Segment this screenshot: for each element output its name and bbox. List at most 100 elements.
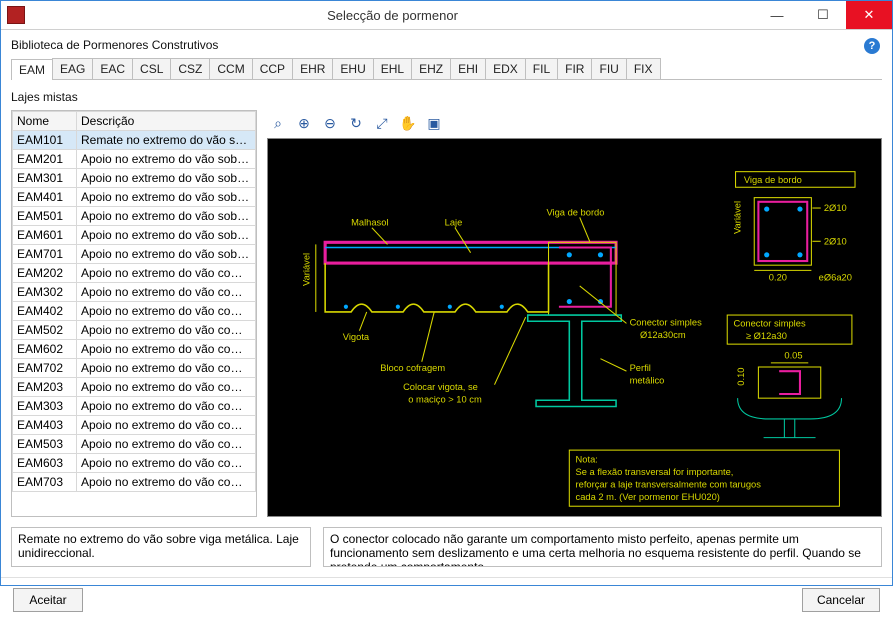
section-label: Lajes mistas: [11, 90, 882, 104]
table-row[interactable]: EAM502Apoio no extremo do vão com la...: [13, 321, 256, 340]
cancel-button[interactable]: Cancelar: [802, 588, 880, 612]
preview-toolbar: ⌕⊕⊖↻⤢✋▣: [267, 110, 882, 138]
zoom-out-icon[interactable]: ⊖: [319, 112, 341, 134]
tab-ehu[interactable]: EHU: [332, 58, 373, 79]
cell-desc: Apoio no extremo do vão sobre ...: [77, 169, 256, 188]
tab-eac[interactable]: EAC: [92, 58, 133, 79]
minimize-button[interactable]: —: [754, 1, 800, 29]
detail-table: Nome Descrição EAM101Remate no extremo d…: [12, 111, 256, 492]
table-row[interactable]: EAM201Apoio no extremo do vão sobre ...: [13, 150, 256, 169]
cell-name: EAM702: [13, 359, 77, 378]
col-name[interactable]: Nome: [13, 112, 77, 131]
svg-text:metálico: metálico: [630, 376, 665, 386]
cell-name: EAM403: [13, 416, 77, 435]
cell-name: EAM701: [13, 245, 77, 264]
tab-ccp[interactable]: CCP: [252, 58, 293, 79]
tab-fix[interactable]: FIX: [626, 58, 661, 79]
cell-name: EAM501: [13, 207, 77, 226]
cell-desc: Apoio no extremo do vão sobre ...: [77, 150, 256, 169]
table-row[interactable]: EAM702Apoio no extremo do vão com la...: [13, 359, 256, 378]
footer: Aceitar Cancelar: [1, 577, 892, 622]
tab-eam[interactable]: EAM: [11, 59, 53, 80]
cell-desc: Apoio no extremo do vão com la...: [77, 359, 256, 378]
app-window: Selecção de pormenor — ☐ ✕ ? Biblioteca …: [0, 0, 893, 586]
table-row[interactable]: EAM401Apoio no extremo do vão sobre ...: [13, 188, 256, 207]
app-icon: [7, 6, 25, 24]
cell-desc: Apoio no extremo do vão com la...: [77, 340, 256, 359]
close-button[interactable]: ✕: [846, 1, 892, 29]
maximize-button[interactable]: ☐: [800, 1, 846, 29]
help-icon[interactable]: ?: [864, 38, 880, 54]
cell-name: EAM402: [13, 302, 77, 321]
cell-name: EAM201: [13, 150, 77, 169]
svg-text:≥ Ø12a30: ≥ Ø12a30: [746, 331, 787, 341]
zoom-real-icon[interactable]: ⤢: [371, 112, 393, 134]
content-area: ? Biblioteca de Pormenores Construtivos …: [1, 30, 892, 577]
tab-ehz[interactable]: EHZ: [411, 58, 451, 79]
drawing-preview[interactable]: Variável Malhasol Laje Viga de bordo Vig…: [267, 138, 882, 517]
table-row[interactable]: EAM303Apoio no extremo do vão com la...: [13, 397, 256, 416]
svg-text:Laje: Laje: [445, 218, 463, 228]
table-row[interactable]: EAM503Apoio no extremo do vão com la...: [13, 435, 256, 454]
titlebar: Selecção de pormenor — ☐ ✕: [1, 1, 892, 30]
col-desc[interactable]: Descrição: [77, 112, 256, 131]
cell-desc: Apoio no extremo do vão com la...: [77, 302, 256, 321]
preview-panel: ⌕⊕⊖↻⤢✋▣: [267, 110, 882, 517]
pan-icon[interactable]: ✋: [397, 112, 419, 134]
svg-text:Viga de bordo: Viga de bordo: [744, 175, 802, 185]
table-row[interactable]: EAM601Apoio no extremo do vão sobre ...: [13, 226, 256, 245]
cell-name: EAM302: [13, 283, 77, 302]
tab-eag[interactable]: EAG: [52, 58, 93, 79]
detail-table-scroll[interactable]: Nome Descrição EAM101Remate no extremo d…: [12, 111, 256, 516]
tab-ehr[interactable]: EHR: [292, 58, 333, 79]
description-row: Remate no extremo do vão sobre viga metá…: [11, 527, 882, 567]
zoom-extents-icon[interactable]: ↻: [345, 112, 367, 134]
accept-button[interactable]: Aceitar: [13, 588, 83, 612]
window-buttons: — ☐ ✕: [754, 1, 892, 29]
table-row[interactable]: EAM703Apoio no extremo do vão com la...: [13, 473, 256, 492]
tab-fiu[interactable]: FIU: [591, 58, 626, 79]
redraw-icon[interactable]: ▣: [423, 112, 445, 134]
table-row[interactable]: EAM301Apoio no extremo do vão sobre ...: [13, 169, 256, 188]
cell-desc: Apoio no extremo do vão sobre ...: [77, 245, 256, 264]
main-row: Nome Descrição EAM101Remate no extremo d…: [11, 110, 882, 517]
table-row[interactable]: EAM203Apoio no extremo do vão com la...: [13, 378, 256, 397]
tab-fil[interactable]: FIL: [525, 58, 558, 79]
svg-text:0.05: 0.05: [784, 351, 802, 361]
tab-ehl[interactable]: EHL: [373, 58, 412, 79]
cell-name: EAM101: [13, 131, 77, 150]
table-row[interactable]: EAM501Apoio no extremo do vão sobre ...: [13, 207, 256, 226]
zoom-in-icon[interactable]: ⊕: [293, 112, 315, 134]
table-row[interactable]: EAM202Apoio no extremo do vão com la...: [13, 264, 256, 283]
tab-fir[interactable]: FIR: [557, 58, 592, 79]
table-row[interactable]: EAM602Apoio no extremo do vão com la...: [13, 340, 256, 359]
cell-desc: Apoio no extremo do vão com la...: [77, 473, 256, 492]
tab-edx[interactable]: EDX: [485, 58, 526, 79]
zoom-window-icon[interactable]: ⌕: [267, 112, 289, 134]
tab-ccm[interactable]: CCM: [209, 58, 252, 79]
cell-desc: Apoio no extremo do vão com la...: [77, 435, 256, 454]
cell-desc: Apoio no extremo do vão sobre ...: [77, 188, 256, 207]
tab-csz[interactable]: CSZ: [170, 58, 210, 79]
svg-text:Conector simples: Conector simples: [630, 317, 703, 327]
table-row[interactable]: EAM603Apoio no extremo do vão com la...: [13, 454, 256, 473]
svg-text:o maciço > 10 cm: o maciço > 10 cm: [408, 394, 482, 404]
table-row[interactable]: EAM403Apoio no extremo do vão com la...: [13, 416, 256, 435]
table-row[interactable]: EAM302Apoio no extremo do vão com la...: [13, 283, 256, 302]
table-row[interactable]: EAM701Apoio no extremo do vão sobre ...: [13, 245, 256, 264]
tab-csl[interactable]: CSL: [132, 58, 171, 79]
svg-text:reforçar a laje transversalmen: reforçar a laje transversalmente com tar…: [576, 480, 762, 490]
svg-text:Malhasol: Malhasol: [351, 218, 388, 228]
cell-desc: Apoio no extremo do vão com la...: [77, 454, 256, 473]
svg-text:Perfil: Perfil: [630, 363, 651, 373]
cell-name: EAM202: [13, 264, 77, 283]
cell-name: EAM703: [13, 473, 77, 492]
table-row[interactable]: EAM101Remate no extremo do vão sobr...: [13, 131, 256, 150]
cell-desc: Apoio no extremo do vão sobre ...: [77, 207, 256, 226]
description-left: Remate no extremo do vão sobre viga metá…: [11, 527, 311, 567]
cell-name: EAM502: [13, 321, 77, 340]
svg-text:0.20: 0.20: [769, 273, 787, 283]
svg-text:cada 2 m. (Ver pormenor EHU020: cada 2 m. (Ver pormenor EHU020): [576, 492, 720, 502]
tab-ehi[interactable]: EHI: [450, 58, 486, 79]
table-row[interactable]: EAM402Apoio no extremo do vão com la...: [13, 302, 256, 321]
